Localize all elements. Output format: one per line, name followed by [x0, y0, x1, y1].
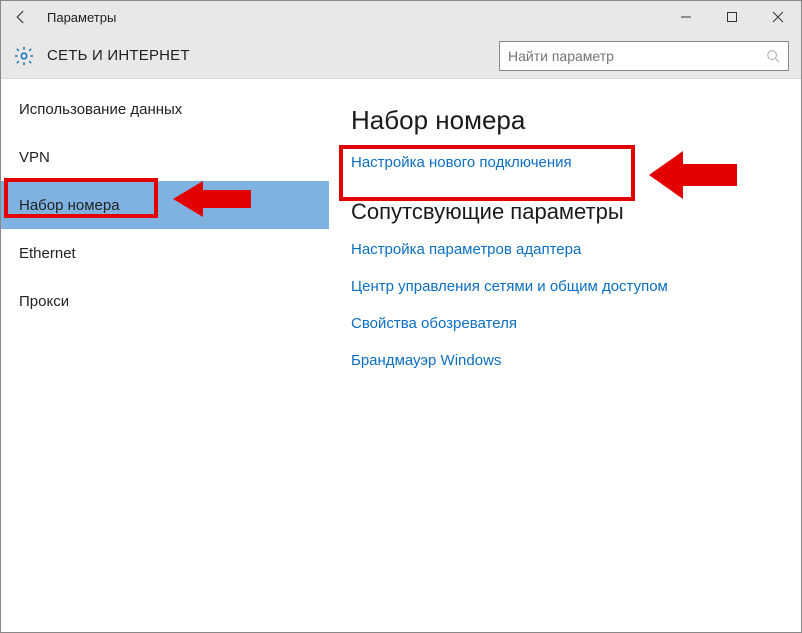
sidebar-item-vpn[interactable]: VPN: [1, 133, 329, 181]
titlebar: Параметры: [1, 1, 801, 33]
header-left: СЕТЬ И ИНТЕРНЕТ: [13, 45, 190, 67]
search-box[interactable]: [499, 41, 789, 71]
minimize-icon: [680, 11, 692, 23]
category-title: СЕТЬ И ИНТЕРНЕТ: [47, 47, 190, 64]
link-windows-firewall[interactable]: Брандмауэр Windows: [351, 352, 779, 369]
window-title: Параметры: [47, 10, 116, 25]
titlebar-left: Параметры: [9, 5, 116, 29]
link-new-connection[interactable]: Настройка нового подключения: [351, 154, 779, 171]
page-heading: Набор номера: [351, 105, 779, 136]
link-network-sharing-center[interactable]: Центр управления сетями и общим доступом: [351, 278, 779, 295]
related-heading: Сопутсвующие параметры: [351, 199, 779, 225]
sidebar-item-data-usage[interactable]: Использование данных: [1, 85, 329, 133]
sidebar-item-label: Использование данных: [19, 101, 182, 118]
maximize-icon: [726, 11, 738, 23]
sidebar-item-label: Прокси: [19, 293, 69, 310]
link-adapter-settings[interactable]: Настройка параметров адаптера: [351, 241, 779, 258]
sidebar-item-proxy[interactable]: Прокси: [1, 277, 329, 325]
sidebar-item-label: Набор номера: [19, 197, 120, 214]
minimize-button[interactable]: [663, 1, 709, 33]
link-browser-properties[interactable]: Свойства обозревателя: [351, 315, 779, 332]
maximize-button[interactable]: [709, 1, 755, 33]
close-button[interactable]: [755, 1, 801, 33]
body: Использование данных VPN Набор номера Et…: [1, 79, 801, 632]
sidebar-item-label: Ethernet: [19, 245, 76, 262]
sidebar-item-ethernet[interactable]: Ethernet: [1, 229, 329, 277]
window-controls: [663, 1, 801, 33]
close-icon: [772, 11, 784, 23]
search-input[interactable]: [508, 48, 766, 64]
sidebar-item-label: VPN: [19, 149, 50, 166]
gear-icon: [13, 45, 35, 67]
header-row: СЕТЬ И ИНТЕРНЕТ: [1, 33, 801, 79]
search-icon: [766, 49, 780, 63]
back-button[interactable]: [9, 5, 33, 29]
arrow-left-icon: [12, 8, 30, 26]
settings-window: Параметры СЕТЬ И ИНТЕРНЕТ: [0, 0, 802, 633]
sidebar: Использование данных VPN Набор номера Et…: [1, 79, 329, 632]
content-pane: Набор номера Настройка нового подключени…: [329, 79, 801, 632]
sidebar-item-dialup[interactable]: Набор номера: [1, 181, 329, 229]
